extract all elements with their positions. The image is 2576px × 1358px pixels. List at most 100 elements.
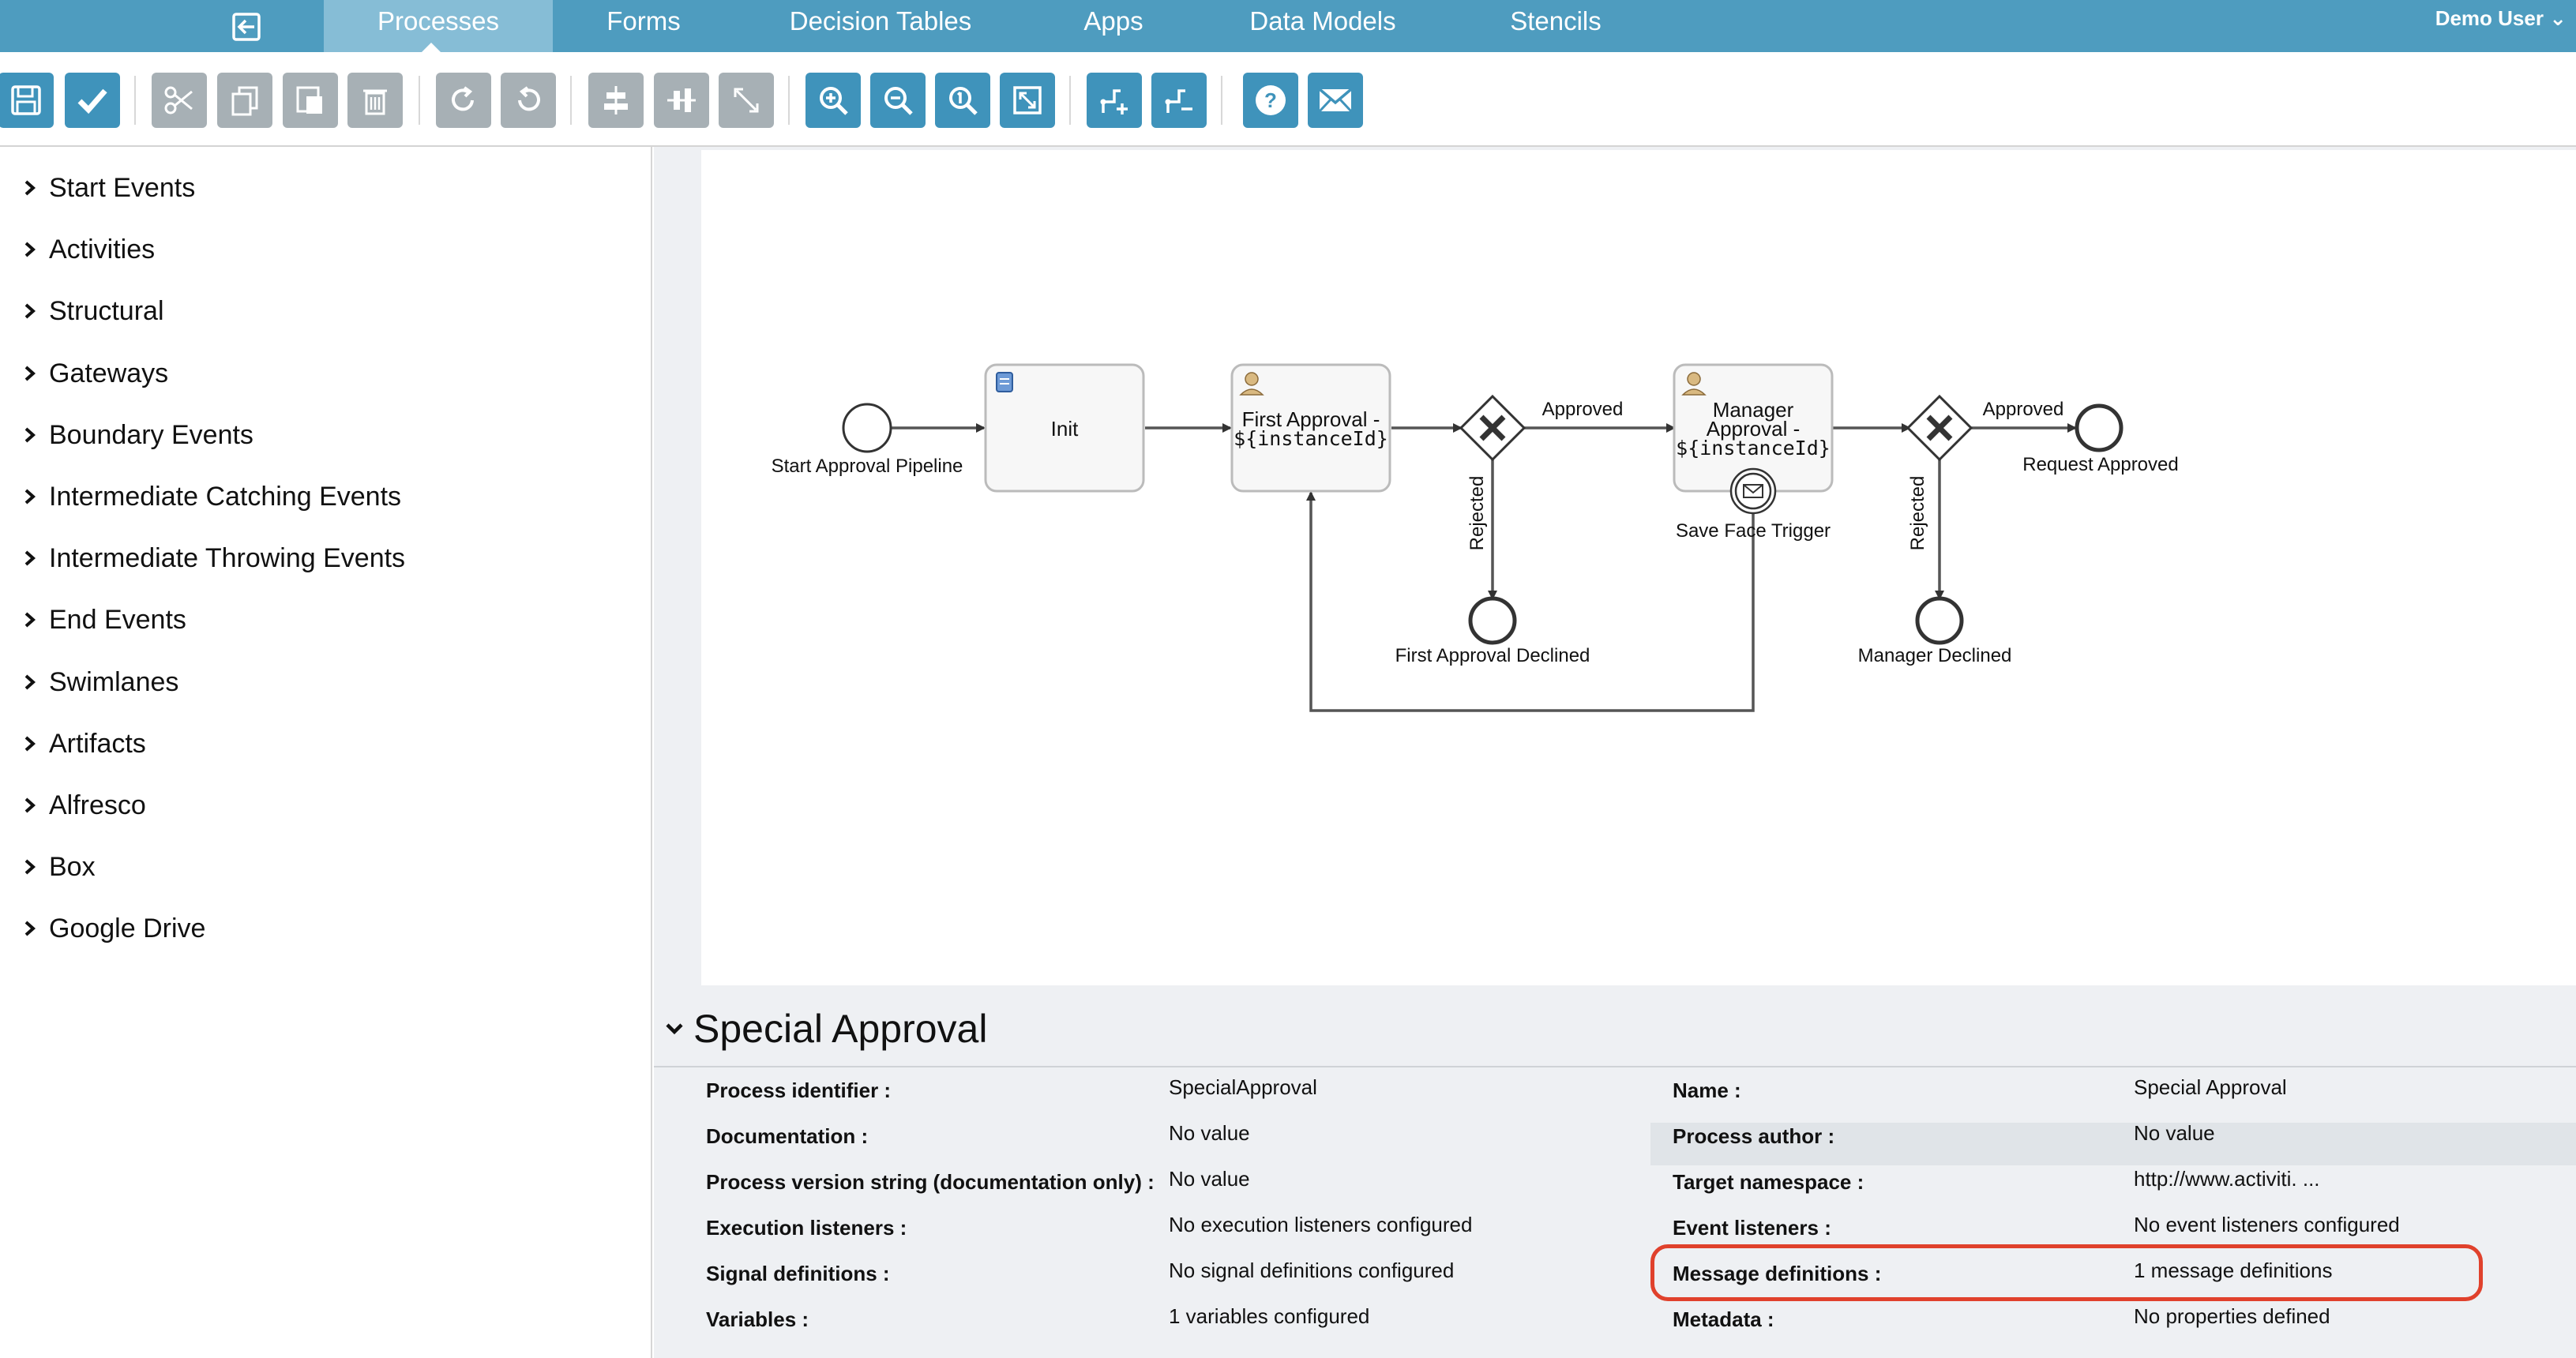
- property-label: Process identifier :: [706, 1079, 892, 1102]
- property-value[interactable]: No value: [2134, 1121, 2215, 1146]
- property-label: Event listeners :: [1673, 1216, 1831, 1240]
- stencil-palette: Start Events Activities Structural Gatew…: [0, 147, 652, 1358]
- undo-icon: [518, 86, 540, 111]
- chevron-right-icon: [24, 487, 39, 506]
- back-to-landing-icon[interactable]: [224, 5, 268, 49]
- palette-group-artifacts[interactable]: Artifacts: [24, 724, 146, 763]
- start-event-label: Start Approval Pipeline: [772, 456, 963, 477]
- palette-group-alfresco[interactable]: Alfresco: [24, 786, 146, 825]
- palette-group-label: End Events: [49, 604, 186, 635]
- align-horizontal-icon: [604, 86, 628, 114]
- zoom-in-icon: [820, 87, 848, 115]
- add-bendpoint-button[interactable]: [1087, 73, 1142, 128]
- chevron-right-icon: [24, 364, 39, 383]
- zoom-in-button[interactable]: [805, 73, 861, 128]
- redo-button[interactable]: [436, 73, 491, 128]
- remove-bendpoint-icon: [1165, 89, 1192, 113]
- zoom-out-button[interactable]: [870, 73, 926, 128]
- property-value[interactable]: No value: [1169, 1121, 1250, 1146]
- manager-approval-label-line3: ${instanceId}: [1676, 437, 1831, 460]
- rejected-flow-label: Rejected: [1466, 476, 1488, 551]
- palette-group-label: Artifacts: [49, 728, 146, 759]
- end-event-label: Request Approved: [2022, 454, 2178, 475]
- tab-processes-label: Processes: [377, 6, 500, 36]
- align-vertical-button[interactable]: [654, 73, 709, 128]
- validate-button[interactable]: [65, 73, 120, 128]
- property-value[interactable]: No signal definitions configured: [1169, 1259, 1454, 1283]
- process-editor: Processes Forms Decision Tables Apps Dat…: [0, 0, 2576, 1358]
- tab-forms-label: Forms: [606, 6, 681, 36]
- process-canvas[interactable]: Start Approval Pipeline Init First Appro…: [701, 150, 2576, 985]
- tab-stencils[interactable]: Stencils: [1461, 0, 1650, 52]
- property-value[interactable]: No execution listeners configured: [1169, 1213, 1472, 1237]
- zoom-fit-button[interactable]: [1000, 73, 1055, 128]
- save-button[interactable]: [0, 73, 54, 128]
- same-size-button[interactable]: [719, 73, 774, 128]
- chevron-down-icon: ⌄: [2549, 6, 2567, 30]
- tab-apps[interactable]: Apps: [1027, 0, 1200, 52]
- chevron-right-icon: [24, 302, 39, 321]
- property-value[interactable]: 1 variables configured: [1169, 1304, 1369, 1329]
- help-button[interactable]: ?: [1243, 73, 1298, 128]
- properties-header[interactable]: Special Approval: [665, 1001, 987, 1056]
- undo-button[interactable]: [501, 73, 556, 128]
- palette-group-box[interactable]: Box: [24, 847, 96, 887]
- cut-button[interactable]: [152, 73, 207, 128]
- process-name-title: Special Approval: [693, 1007, 988, 1051]
- remove-bendpoint-button[interactable]: [1151, 73, 1207, 128]
- top-navigation-bar: Processes Forms Decision Tables Apps Dat…: [0, 0, 2576, 53]
- palette-group-label: Structural: [49, 295, 164, 326]
- paste-button[interactable]: [283, 73, 338, 128]
- start-event-shape[interactable]: [842, 403, 892, 453]
- property-label: Metadata :: [1673, 1307, 1774, 1331]
- exclusive-gateway-shape[interactable]: [1459, 394, 1526, 462]
- user-name: Demo User: [2435, 6, 2544, 30]
- palette-group-intermediate-throwing-events[interactable]: Intermediate Throwing Events: [24, 538, 405, 578]
- scissors-icon: [164, 86, 193, 114]
- paste-icon: [296, 86, 322, 114]
- resize-icon: [734, 88, 759, 113]
- bpmn-diagram: Start Approval Pipeline Init First Appro…: [772, 363, 2179, 712]
- palette-group-gateways[interactable]: Gateways: [24, 354, 168, 393]
- palette-group-structural[interactable]: Structural: [24, 291, 164, 331]
- palette-group-end-events[interactable]: End Events: [24, 600, 186, 640]
- zoom-actual-size-button[interactable]: [935, 73, 990, 128]
- chevron-right-icon: [24, 240, 39, 259]
- property-label: Name :: [1673, 1079, 1741, 1102]
- exclusive-gateway-shape[interactable]: [1906, 394, 1973, 462]
- align-horizontal-button[interactable]: [588, 73, 644, 128]
- property-value[interactable]: No properties defined: [2134, 1304, 2330, 1329]
- tab-decision-tables[interactable]: Decision Tables: [758, 0, 1003, 52]
- message-boundary-event-shape[interactable]: [1729, 467, 1777, 515]
- first-approval-label-line2: ${instanceId}: [1234, 427, 1388, 450]
- property-value[interactable]: Special Approval: [2134, 1075, 2287, 1100]
- tab-forms[interactable]: Forms: [553, 0, 734, 52]
- property-value[interactable]: No event listeners configured: [2134, 1213, 2400, 1237]
- end-event-request-approved-shape[interactable]: [2075, 403, 2124, 452]
- delete-button[interactable]: [347, 73, 403, 128]
- property-value[interactable]: No value: [1169, 1167, 1250, 1191]
- approved-flow-label: Approved: [1542, 399, 1624, 420]
- property-value[interactable]: SpecialApproval: [1169, 1075, 1317, 1100]
- end-event-first-declined-shape[interactable]: [1468, 596, 1517, 645]
- property-label: Execution listeners :: [706, 1216, 907, 1240]
- palette-group-intermediate-catching-events[interactable]: Intermediate Catching Events: [24, 477, 401, 516]
- end-event-manager-declined-shape[interactable]: [1915, 596, 1964, 645]
- user-menu[interactable]: Demo User ⌄: [2435, 6, 2567, 31]
- svg-text:?: ?: [1264, 88, 1277, 112]
- palette-group-boundary-events[interactable]: Boundary Events: [24, 415, 253, 455]
- property-value[interactable]: http://www.activiti. ...: [2134, 1167, 2320, 1191]
- feedback-button[interactable]: [1308, 73, 1363, 128]
- palette-group-label: Start Events: [49, 172, 196, 203]
- copy-button[interactable]: [217, 73, 272, 128]
- tab-data-models[interactable]: Data Models: [1216, 0, 1429, 52]
- copy-icon: [231, 86, 258, 116]
- chevron-right-icon: [24, 178, 39, 197]
- palette-group-swimlanes[interactable]: Swimlanes: [24, 662, 178, 702]
- property-label: Variables :: [706, 1307, 809, 1331]
- property-label: Process author :: [1673, 1124, 1835, 1148]
- palette-group-activities[interactable]: Activities: [24, 230, 155, 269]
- palette-group-google-drive[interactable]: Google Drive: [24, 909, 205, 948]
- palette-group-start-events[interactable]: Start Events: [24, 168, 195, 208]
- align-vertical-icon: [667, 88, 696, 112]
